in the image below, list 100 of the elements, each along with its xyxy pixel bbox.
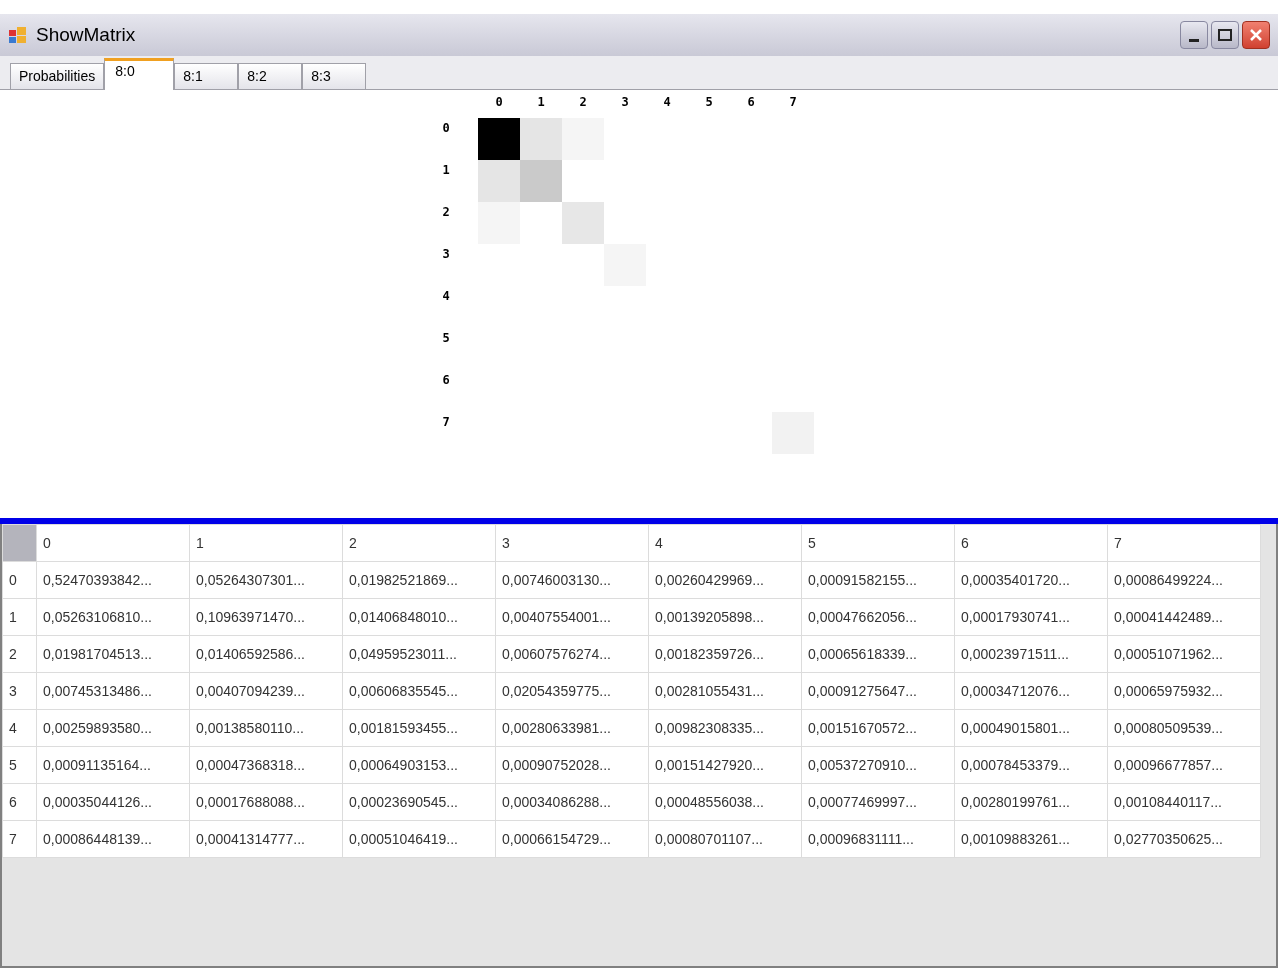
- table-cell: 0,00080509539...: [1107, 709, 1261, 747]
- table-cell: 0,00047368318...: [189, 746, 343, 784]
- heatmap-cell: [478, 202, 520, 244]
- table-cell: 0,00091275647...: [801, 672, 955, 710]
- table-cell: 0,00077469997...: [801, 783, 955, 821]
- column-header: 7: [1107, 524, 1261, 562]
- tab[interactable]: 8:2: [238, 63, 303, 89]
- axis-label: 5: [705, 95, 713, 109]
- table-cell: 0,00259893580...: [36, 709, 190, 747]
- heatmap-cell: [562, 118, 604, 160]
- table-cell: 0,00151427920...: [648, 746, 802, 784]
- axis-label: 4: [663, 95, 671, 109]
- close-button[interactable]: [1242, 21, 1270, 49]
- table-cell: 0,00065975932...: [1107, 672, 1261, 710]
- column-header: 4: [648, 524, 802, 562]
- table-cell: 0,01406592586...: [189, 635, 343, 673]
- maximize-button[interactable]: [1211, 21, 1239, 49]
- table-cell: 0,00407094239...: [189, 672, 343, 710]
- table-cell: 0,00035401720...: [954, 561, 1108, 599]
- axis-label: 1: [537, 95, 545, 109]
- table-cell: 0,00407554001...: [495, 598, 649, 636]
- heatmap-cell: [478, 118, 520, 160]
- table-cell: 0,10963971470...: [189, 598, 343, 636]
- axis-label: 6: [442, 373, 450, 387]
- table-cell: 0,00023690545...: [342, 783, 496, 821]
- table-cell: 0,52470393842...: [36, 561, 190, 599]
- table-cell: 0,00048556038...: [648, 783, 802, 821]
- heatmap-cell: [562, 202, 604, 244]
- table-cell: 0,02054359775...: [495, 672, 649, 710]
- table-cell: 0,00108440117...: [1107, 783, 1261, 821]
- table-cell: 0,00746003130...: [495, 561, 649, 599]
- axis-label: 3: [621, 95, 629, 109]
- table-cell: 0,00091582155...: [801, 561, 955, 599]
- app-icon: [8, 26, 28, 44]
- row-header: 4: [2, 709, 37, 747]
- heatmap-cell: [520, 118, 562, 160]
- table-cell: 0,00034712076...: [954, 672, 1108, 710]
- axis-label: 0: [495, 95, 503, 109]
- table-cell: 0,00049015801...: [954, 709, 1108, 747]
- axis-label: 7: [789, 95, 797, 109]
- axis-label: 5: [442, 331, 450, 345]
- axis-label: 0: [442, 121, 450, 135]
- window-title: ShowMatrix: [36, 22, 136, 47]
- row-header: 7: [2, 820, 37, 858]
- table-cell: 0,04959523011...: [342, 635, 496, 673]
- table-cell: 0,00086448139...: [36, 820, 190, 858]
- close-icon: [1249, 28, 1263, 42]
- tab[interactable]: Probabilities: [10, 63, 105, 89]
- row-header: 2: [2, 635, 37, 673]
- column-header: 5: [801, 524, 955, 562]
- tab[interactable]: 8:1: [174, 63, 239, 89]
- row-header: 3: [2, 672, 37, 710]
- table-cell: 0,00606835545...: [342, 672, 496, 710]
- table-cell: 0,00096831111...: [801, 820, 955, 858]
- table-cell: 0,05263106810...: [36, 598, 190, 636]
- minimize-button[interactable]: [1180, 21, 1208, 49]
- table-cell: 0,00064903153...: [342, 746, 496, 784]
- table-cell: 0,00035044126...: [36, 783, 190, 821]
- table-cell: 0,00537270910...: [801, 746, 955, 784]
- table-cell: 0,00017688088...: [189, 783, 343, 821]
- row-header: 5: [2, 746, 37, 784]
- table-cell: 0,00051046419...: [342, 820, 496, 858]
- table-cell: 0,00182359726...: [648, 635, 802, 673]
- table-cell: 0,00280633981...: [495, 709, 649, 747]
- axis-label: 4: [442, 289, 450, 303]
- table-cell: 0,00138580110...: [189, 709, 343, 747]
- table-cell: 0,00280199761...: [954, 783, 1108, 821]
- table-cell: 0,01406848010...: [342, 598, 496, 636]
- column-header: 3: [495, 524, 649, 562]
- table-cell: 0,01982521869...: [342, 561, 496, 599]
- table-cell: 0,00047662056...: [801, 598, 955, 636]
- table-cell: 0,00260429969...: [648, 561, 802, 599]
- tab[interactable]: 8:0: [104, 58, 175, 90]
- table-cell: 0,00745313486...: [36, 672, 190, 710]
- axis-label: 2: [442, 205, 450, 219]
- axis-label: 6: [747, 95, 755, 109]
- row-header: 1: [2, 598, 37, 636]
- column-header: 0: [36, 524, 190, 562]
- axis-label: 7: [442, 415, 450, 429]
- table-cell: 0,00281055431...: [648, 672, 802, 710]
- tab[interactable]: 8:3: [302, 63, 367, 89]
- heatmap-cell: [478, 160, 520, 202]
- table-cell: 0,01981704513...: [36, 635, 190, 673]
- table-cell: 0,00080701107...: [648, 820, 802, 858]
- minimize-icon: [1189, 39, 1199, 42]
- row-header: 6: [2, 783, 37, 821]
- axis-label: 2: [579, 95, 587, 109]
- table-cell: 0,00034086288...: [495, 783, 649, 821]
- table-cell: 0,00151670572...: [801, 709, 955, 747]
- table-cell: 0,00078453379...: [954, 746, 1108, 784]
- table-cell: 0,00041442489...: [1107, 598, 1261, 636]
- heatmap-cell: [520, 160, 562, 202]
- table-cell: 0,00066154729...: [495, 820, 649, 858]
- row-header: 0: [2, 561, 37, 599]
- table-cell: 0,00982308335...: [648, 709, 802, 747]
- table-cell: 0,00041314777...: [189, 820, 343, 858]
- table-cell: 0,00051071962...: [1107, 635, 1261, 673]
- table-cell: 0,00181593455...: [342, 709, 496, 747]
- table-cell: 0,00023971511...: [954, 635, 1108, 673]
- table-cell: 0,00065618339...: [801, 635, 955, 673]
